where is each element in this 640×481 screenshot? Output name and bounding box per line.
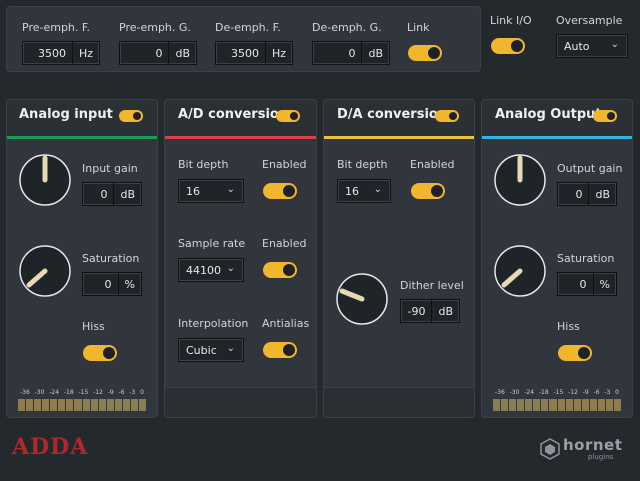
de-emph-g-label: De-emph. G.	[312, 21, 382, 34]
antialias-label: Antialias	[262, 317, 310, 330]
interpolation-label: Interpolation	[178, 317, 249, 330]
analog-input-panel: Analog input Input gain 0 dB Saturation …	[6, 99, 158, 418]
output-level-meter: -36 -30 -24 -18 -15 -12 -9 -6 -3 0	[493, 389, 621, 411]
saturation-label: Saturation	[82, 252, 140, 265]
pre-emph-g-label: Pre-emph. G.	[119, 21, 191, 34]
oversample-select[interactable]: Auto ⌄	[556, 34, 628, 58]
da-bit-depth-label: Bit depth	[337, 158, 388, 171]
output-gain-label: Output gain	[557, 162, 623, 175]
hornet-logo-icon: hornet plugins	[540, 436, 632, 462]
output-saturation-label: Saturation	[557, 252, 615, 265]
link-io-toggle[interactable]	[491, 38, 525, 54]
da-color-bar	[324, 136, 474, 139]
output-saturation-field[interactable]: 0 %	[557, 272, 617, 296]
dither-level-knob[interactable]	[334, 271, 390, 327]
link-label: Link	[407, 21, 430, 34]
dither-level-label: Dither level	[400, 279, 464, 292]
chevron-down-icon: ⌄	[226, 184, 235, 195]
output-gain-field[interactable]: 0 dB	[557, 182, 617, 206]
ad-bit-depth-label: Bit depth	[178, 158, 229, 171]
saturation-knob[interactable]	[17, 243, 73, 299]
ad-sample-rate-label: Sample rate	[178, 237, 246, 250]
da-conversion-toggle[interactable]	[435, 110, 459, 122]
interpolation-select[interactable]: Cubic ⌄	[178, 338, 244, 362]
analog-output-title: Analog Output	[495, 107, 602, 122]
hornet-subtitle: plugins	[588, 453, 614, 461]
chevron-down-icon: ⌄	[226, 263, 235, 274]
output-hiss-toggle[interactable]	[558, 345, 592, 361]
saturation-field[interactable]: 0 %	[82, 272, 142, 296]
ad-rate-enabled-toggle[interactable]	[263, 262, 297, 278]
emphasis-bar: Pre-emph. F. 3500 Hz Pre-emph. G. 0 dB D…	[6, 6, 481, 72]
meter-ticks: -36 -30 -24 -18 -15 -12 -9 -6 -3 0	[20, 389, 144, 396]
ad-conversion-panel: A/D conversion Bit depth 16 ⌄ Enabled Sa…	[164, 99, 317, 418]
chevron-down-icon: ⌄	[610, 39, 619, 50]
analog-output-toggle[interactable]	[593, 110, 617, 122]
input-gain-label: Input gain	[82, 162, 138, 175]
output-saturation-knob[interactable]	[492, 243, 548, 299]
link-io-label: Link I/O	[490, 14, 532, 27]
analog-input-color-bar	[7, 136, 157, 139]
de-emph-f-field[interactable]: 3500 Hz	[215, 41, 293, 65]
da-enabled-label: Enabled	[410, 158, 455, 171]
dither-level-field[interactable]: -90 dB	[400, 299, 460, 323]
ad-bit-enabled-label: Enabled	[262, 158, 307, 171]
chevron-down-icon: ⌄	[373, 184, 382, 195]
analog-output-panel: Analog Output Output gain 0 dB Saturatio…	[481, 99, 633, 418]
hornet-wordmark: hornet	[563, 436, 623, 454]
pre-emph-f-field[interactable]: 3500 Hz	[22, 41, 100, 65]
de-emph-f-label: De-emph. F.	[215, 21, 281, 34]
ad-color-bar	[165, 136, 316, 139]
ad-rate-enabled-label: Enabled	[262, 237, 307, 250]
de-emph-g-field[interactable]: 0 dB	[312, 41, 390, 65]
oversample-label: Oversample	[556, 14, 623, 27]
ad-conversion-title: A/D conversion	[178, 107, 289, 122]
analog-input-title: Analog input	[19, 107, 113, 122]
ad-conversion-toggle[interactable]	[276, 110, 300, 122]
da-conversion-title: D/A conversion	[337, 107, 448, 122]
pre-emph-f-label: Pre-emph. F.	[22, 21, 90, 34]
hiss-toggle[interactable]	[83, 345, 117, 361]
da-conversion-panel: D/A conversion Bit depth 16 ⌄ Enabled Di…	[323, 99, 475, 418]
input-gain-knob[interactable]	[17, 152, 73, 208]
ad-bit-enabled-toggle[interactable]	[263, 183, 297, 199]
pre-emph-g-field[interactable]: 0 dB	[119, 41, 197, 65]
da-bit-depth-select[interactable]: 16 ⌄	[337, 179, 391, 203]
meter-ticks: -36 -30 -24 -18 -15 -12 -9 -6 -3 0	[495, 389, 619, 396]
ad-sample-rate-select[interactable]: 44100 ⌄	[178, 258, 244, 282]
link-toggle[interactable]	[408, 45, 442, 61]
da-enabled-toggle[interactable]	[411, 183, 445, 199]
output-gain-knob[interactable]	[492, 152, 548, 208]
analog-output-color-bar	[482, 136, 632, 139]
input-gain-field[interactable]: 0 dB	[82, 182, 142, 206]
hiss-label: Hiss	[82, 320, 105, 333]
output-hiss-label: Hiss	[557, 320, 580, 333]
input-level-meter: -36 -30 -24 -18 -15 -12 -9 -6 -3 0	[18, 389, 146, 411]
chevron-down-icon: ⌄	[226, 343, 235, 354]
ad-bit-depth-select[interactable]: 16 ⌄	[178, 179, 244, 203]
adda-logo: ADDA	[12, 434, 89, 460]
antialias-toggle[interactable]	[263, 342, 297, 358]
analog-input-toggle[interactable]	[119, 110, 143, 122]
